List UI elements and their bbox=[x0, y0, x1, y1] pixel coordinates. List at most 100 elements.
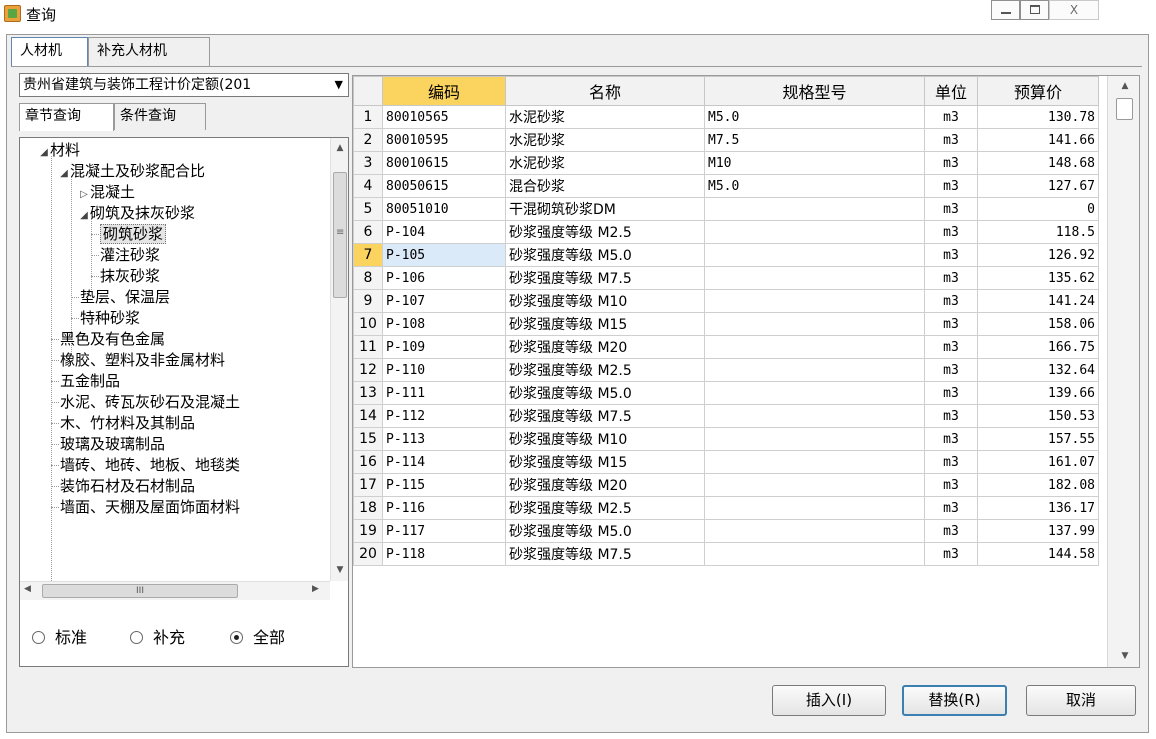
collapse-icon[interactable]: ◢ bbox=[38, 142, 50, 163]
code-cell[interactable]: P-112 bbox=[382, 404, 506, 428]
table-row[interactable]: 15 P-113 砂浆强度等级 M10 m3 157.55 bbox=[353, 427, 1099, 451]
spec-cell[interactable] bbox=[704, 358, 925, 382]
unit-cell[interactable]: m3 bbox=[924, 105, 978, 129]
code-cell[interactable]: P-106 bbox=[382, 266, 506, 290]
tree-node-grouting-mortar[interactable]: 灌注砂浆 bbox=[91, 245, 160, 266]
code-cell[interactable]: 80050615 bbox=[382, 174, 506, 198]
table-row[interactable]: 19 P-117 砂浆强度等级 M5.0 m3 137.99 bbox=[353, 519, 1099, 543]
name-cell[interactable]: 砂浆强度等级 M7.5 bbox=[505, 266, 705, 290]
unit-cell[interactable]: m3 bbox=[924, 450, 978, 474]
row-number-cell[interactable]: 9 bbox=[353, 289, 383, 313]
unit-cell[interactable]: m3 bbox=[924, 542, 978, 566]
scroll-left-icon[interactable]: ◀ bbox=[24, 584, 31, 594]
spec-cell[interactable] bbox=[704, 404, 925, 428]
table-row[interactable]: 7 P-105 砂浆强度等级 M5.0 m3 126.92 bbox=[353, 243, 1099, 267]
row-number-cell[interactable]: 18 bbox=[353, 496, 383, 520]
price-cell[interactable]: 150.53 bbox=[977, 404, 1099, 428]
price-cell[interactable]: 161.07 bbox=[977, 450, 1099, 474]
name-cell[interactable]: 砂浆强度等级 M15 bbox=[505, 450, 705, 474]
tree-node-masonry-mortar[interactable]: 砌筑砂浆 bbox=[91, 224, 167, 245]
scroll-down-icon[interactable]: ▼ bbox=[331, 562, 349, 578]
spec-cell[interactable]: M5.0 bbox=[704, 174, 925, 198]
spec-cell[interactable] bbox=[704, 220, 925, 244]
tree-node-plaster-mortar[interactable]: 抹灰砂浆 bbox=[91, 266, 160, 287]
scroll-up-icon[interactable]: ▲ bbox=[1116, 78, 1134, 94]
tree-node-concrete[interactable]: ▷ 混凝土 bbox=[78, 182, 135, 203]
unit-cell[interactable]: m3 bbox=[924, 335, 978, 359]
table-row[interactable]: 20 P-118 砂浆强度等级 M7.5 m3 144.58 bbox=[353, 542, 1099, 566]
name-cell[interactable]: 干混砌筑砂浆DM bbox=[505, 197, 705, 221]
spec-cell[interactable] bbox=[704, 496, 925, 520]
name-cell[interactable]: 砂浆强度等级 M2.5 bbox=[505, 496, 705, 520]
tree-node-metals[interactable]: 黑色及有色金属 bbox=[51, 329, 165, 350]
price-cell[interactable]: 158.06 bbox=[977, 312, 1099, 336]
price-cell[interactable]: 166.75 bbox=[977, 335, 1099, 359]
unit-cell[interactable]: m3 bbox=[924, 220, 978, 244]
tree-node-decorative-stone[interactable]: 装饰石材及石材制品 bbox=[51, 476, 195, 497]
table-row[interactable]: 17 P-115 砂浆强度等级 M20 m3 182.08 bbox=[353, 473, 1099, 497]
price-cell[interactable]: 132.64 bbox=[977, 358, 1099, 382]
row-number-cell[interactable]: 16 bbox=[353, 450, 383, 474]
tree-scroll-thumb[interactable]: ≡ bbox=[333, 172, 347, 298]
row-number-cell[interactable]: 14 bbox=[353, 404, 383, 428]
table-row[interactable]: 18 P-116 砂浆强度等级 M2.5 m3 136.17 bbox=[353, 496, 1099, 520]
tree-node-wood-bamboo[interactable]: 木、竹材料及其制品 bbox=[51, 413, 195, 434]
collapse-icon[interactable]: ◢ bbox=[58, 163, 70, 184]
price-cell[interactable]: 139.66 bbox=[977, 381, 1099, 405]
price-cell[interactable]: 141.24 bbox=[977, 289, 1099, 313]
tree-node-glass[interactable]: 玻璃及玻璃制品 bbox=[51, 434, 165, 455]
price-cell[interactable]: 144.58 bbox=[977, 542, 1099, 566]
spec-cell[interactable] bbox=[704, 312, 925, 336]
row-number-cell[interactable]: 7 bbox=[353, 243, 383, 267]
code-cell[interactable]: P-109 bbox=[382, 335, 506, 359]
price-cell[interactable]: 130.78 bbox=[977, 105, 1099, 129]
code-cell[interactable]: P-104 bbox=[382, 220, 506, 244]
tree-hscroll-thumb[interactable]: III bbox=[42, 584, 238, 598]
unit-cell[interactable]: m3 bbox=[924, 197, 978, 221]
unit-cell[interactable]: m3 bbox=[924, 404, 978, 428]
table-row[interactable]: 14 P-112 砂浆强度等级 M7.5 m3 150.53 bbox=[353, 404, 1099, 428]
table-row[interactable]: 12 P-110 砂浆强度等级 M2.5 m3 132.64 bbox=[353, 358, 1099, 382]
maximize-button[interactable] bbox=[1020, 0, 1049, 20]
tree-vertical-scrollbar[interactable]: ▲ ≡ ▼ bbox=[330, 138, 348, 581]
radio-standard[interactable]: 标准 bbox=[32, 624, 87, 648]
table-row[interactable]: 8 P-106 砂浆强度等级 M7.5 m3 135.62 bbox=[353, 266, 1099, 290]
row-number-cell[interactable]: 5 bbox=[353, 197, 383, 221]
table-row[interactable]: 2 80010595 水泥砂浆 M7.5 m3 141.66 bbox=[353, 128, 1099, 152]
cancel-button[interactable]: 取消 bbox=[1026, 685, 1136, 716]
minimize-button[interactable] bbox=[991, 0, 1020, 20]
row-number-cell[interactable]: 15 bbox=[353, 427, 383, 451]
table-row[interactable]: 5 80051010 干混砌筑砂浆DM m3 0 bbox=[353, 197, 1099, 221]
unit-cell[interactable]: m3 bbox=[924, 473, 978, 497]
table-row[interactable]: 6 P-104 砂浆强度等级 M2.5 m3 118.5 bbox=[353, 220, 1099, 244]
row-number-cell[interactable]: 6 bbox=[353, 220, 383, 244]
tree-node-rubber-plastic[interactable]: 橡胶、塑料及非金属材料 bbox=[51, 350, 225, 371]
unit-cell[interactable]: m3 bbox=[924, 519, 978, 543]
tree-horizontal-scrollbar[interactable]: ◀ III ▶ bbox=[20, 581, 330, 600]
scroll-down-icon[interactable]: ▼ bbox=[1116, 648, 1134, 664]
spec-cell[interactable] bbox=[704, 473, 925, 497]
name-cell[interactable]: 水泥砂浆 bbox=[505, 105, 705, 129]
table-row[interactable]: 1 80010565 水泥砂浆 M5.0 m3 130.78 bbox=[353, 105, 1099, 129]
tree-node-wall-ceiling-roof-finish[interactable]: 墙面、天棚及屋面饰面材料 bbox=[51, 497, 240, 518]
col-header-code[interactable]: 编码 bbox=[382, 76, 506, 106]
tree-node-cement-brick-sand[interactable]: 水泥、砖瓦灰砂石及混凝土 bbox=[51, 392, 240, 413]
col-header-name[interactable]: 名称 bbox=[505, 76, 705, 106]
name-cell[interactable]: 水泥砂浆 bbox=[505, 151, 705, 175]
name-cell[interactable]: 混合砂浆 bbox=[505, 174, 705, 198]
row-number-cell[interactable]: 8 bbox=[353, 266, 383, 290]
scroll-up-icon[interactable]: ▲ bbox=[331, 140, 349, 156]
code-cell[interactable]: P-118 bbox=[382, 542, 506, 566]
unit-cell[interactable]: m3 bbox=[924, 358, 978, 382]
tab-chapter-search[interactable]: 章节查询 bbox=[19, 103, 114, 131]
unit-cell[interactable]: m3 bbox=[924, 381, 978, 405]
price-cell[interactable]: 127.67 bbox=[977, 174, 1099, 198]
code-cell[interactable]: P-105 bbox=[382, 243, 506, 267]
unit-cell[interactable]: m3 bbox=[924, 243, 978, 267]
collapse-icon[interactable]: ◢ bbox=[78, 205, 90, 226]
spec-cell[interactable]: M5.0 bbox=[704, 105, 925, 129]
table-row[interactable]: 3 80010615 水泥砂浆 M10 m3 148.68 bbox=[353, 151, 1099, 175]
spec-cell[interactable] bbox=[704, 243, 925, 267]
price-cell[interactable]: 0 bbox=[977, 197, 1099, 221]
spec-cell[interactable] bbox=[704, 450, 925, 474]
